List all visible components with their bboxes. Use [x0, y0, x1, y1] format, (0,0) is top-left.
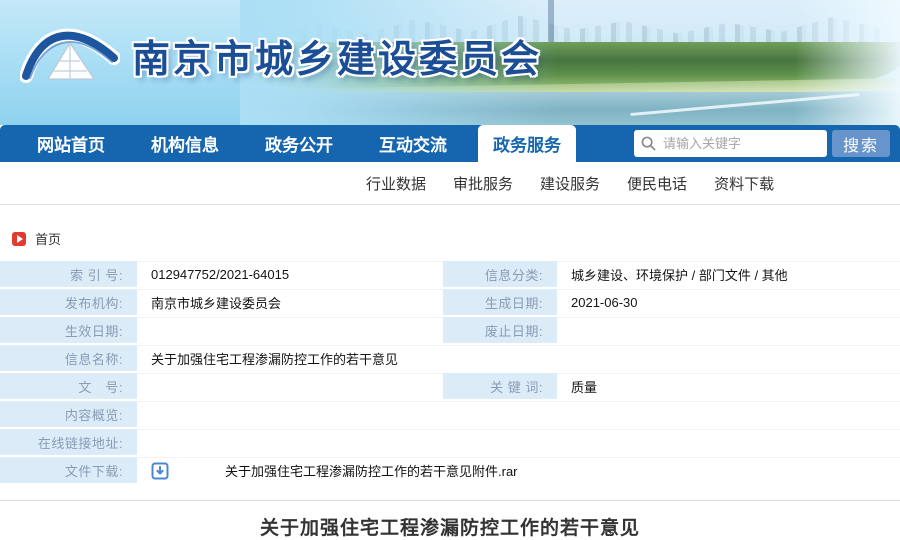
create-date-label: 生成日期: [443, 289, 557, 315]
keywords-value: 质量 [557, 373, 900, 399]
site-banner: 南京市城乡建设委员会 [0, 0, 900, 125]
subnav-item-downloads[interactable]: 资料下载 [714, 173, 774, 194]
search-icon [641, 136, 656, 151]
index-no-value: 012947752/2021-64015 [137, 261, 443, 287]
sub-nav: 行业数据 审批服务 建设服务 便民电话 资料下载 [0, 162, 900, 205]
publisher-label: 发布机构: [0, 289, 137, 315]
summary-label: 内容概览: [0, 401, 137, 427]
download-icon [151, 462, 169, 480]
subnav-item-approval-services[interactable]: 审批服务 [453, 173, 513, 194]
category-value: 城乡建设、环境保护 / 部门文件 / 其他 [557, 261, 900, 287]
info-row-download: 文件下载: 关于加强住宅工程渗漏防控工作的若干意见附件.rar [0, 457, 900, 483]
info-name-value: 关于加强住宅工程渗漏防控工作的若干意见 [137, 345, 900, 371]
attachment-file-name: 关于加强住宅工程渗漏防控工作的若干意见附件.rar [225, 461, 518, 480]
info-row-effective-expiry: 生效日期: 废止日期: [0, 317, 900, 343]
article-title: 关于加强住宅工程渗漏防控工作的若干意见 [0, 513, 900, 540]
info-row-info-name: 信息名称: 关于加强住宅工程渗漏防控工作的若干意见 [0, 345, 900, 371]
page: 南京市城乡建设委员会 网站首页 机构信息 政务公开 互动交流 政务服务 搜索 行… [0, 0, 900, 535]
nav-item-gov-disclosure[interactable]: 政务公开 [250, 125, 348, 162]
breadcrumb: 首页 [0, 205, 900, 261]
search-button[interactable]: 搜索 [832, 130, 890, 157]
online-link-value [137, 429, 900, 455]
subnav-item-convenience-phone[interactable]: 便民电话 [627, 173, 687, 194]
category-label: 信息分类: [443, 261, 557, 287]
site-logo-icon [20, 16, 120, 94]
nav-item-gov-services[interactable]: 政务服务 [478, 125, 576, 162]
main-nav: 网站首页 机构信息 政务公开 互动交流 政务服务 搜索 [0, 125, 900, 162]
keywords-label: 关 键 词: [443, 373, 557, 399]
effective-date-label: 生效日期: [0, 317, 137, 343]
breadcrumb-home-link[interactable]: 首页 [35, 229, 61, 248]
download-label: 文件下载: [0, 457, 137, 483]
breadcrumb-arrow-icon [12, 232, 26, 246]
create-date-value: 2021-06-30 [557, 289, 900, 315]
expiry-date-value [557, 317, 900, 343]
nav-item-home[interactable]: 网站首页 [22, 125, 120, 162]
info-row-online-link: 在线链接地址: [0, 429, 900, 455]
subnav-item-industry-data[interactable]: 行业数据 [366, 173, 426, 194]
subnav-item-construction-services[interactable]: 建设服务 [540, 173, 600, 194]
info-table: 索 引 号: 012947752/2021-64015 信息分类: 城乡建设、环… [0, 261, 900, 483]
online-link-label: 在线链接地址: [0, 429, 137, 455]
index-no-label: 索 引 号: [0, 261, 137, 287]
site-title: 南京市城乡建设委员会 [132, 28, 542, 83]
doc-no-value [137, 373, 443, 399]
publisher-value: 南京市城乡建设委员会 [137, 289, 443, 315]
summary-value [137, 401, 900, 427]
info-row-summary: 内容概览: [0, 401, 900, 427]
effective-date-value [137, 317, 443, 343]
doc-no-label: 文 号: [0, 373, 137, 399]
expiry-date-label: 废止日期: [443, 317, 557, 343]
search-box [634, 130, 827, 157]
nav-item-interaction[interactable]: 互动交流 [364, 125, 462, 162]
article: 关于加强住宅工程渗漏防控工作的若干意见 [0, 500, 900, 540]
info-row-docno-keywords: 文 号: 关 键 词: 质量 [0, 373, 900, 399]
attachment-download-link[interactable]: 关于加强住宅工程渗漏防控工作的若干意见附件.rar [151, 461, 518, 480]
site-brand: 南京市城乡建设委员会 [20, 16, 542, 94]
search-bar: 搜索 [634, 130, 890, 157]
info-name-label: 信息名称: [0, 345, 137, 371]
info-row-index-category: 索 引 号: 012947752/2021-64015 信息分类: 城乡建设、环… [0, 261, 900, 287]
search-input[interactable] [663, 136, 820, 151]
info-row-publisher-date: 发布机构: 南京市城乡建设委员会 生成日期: 2021-06-30 [0, 289, 900, 315]
nav-item-org-info[interactable]: 机构信息 [136, 125, 234, 162]
